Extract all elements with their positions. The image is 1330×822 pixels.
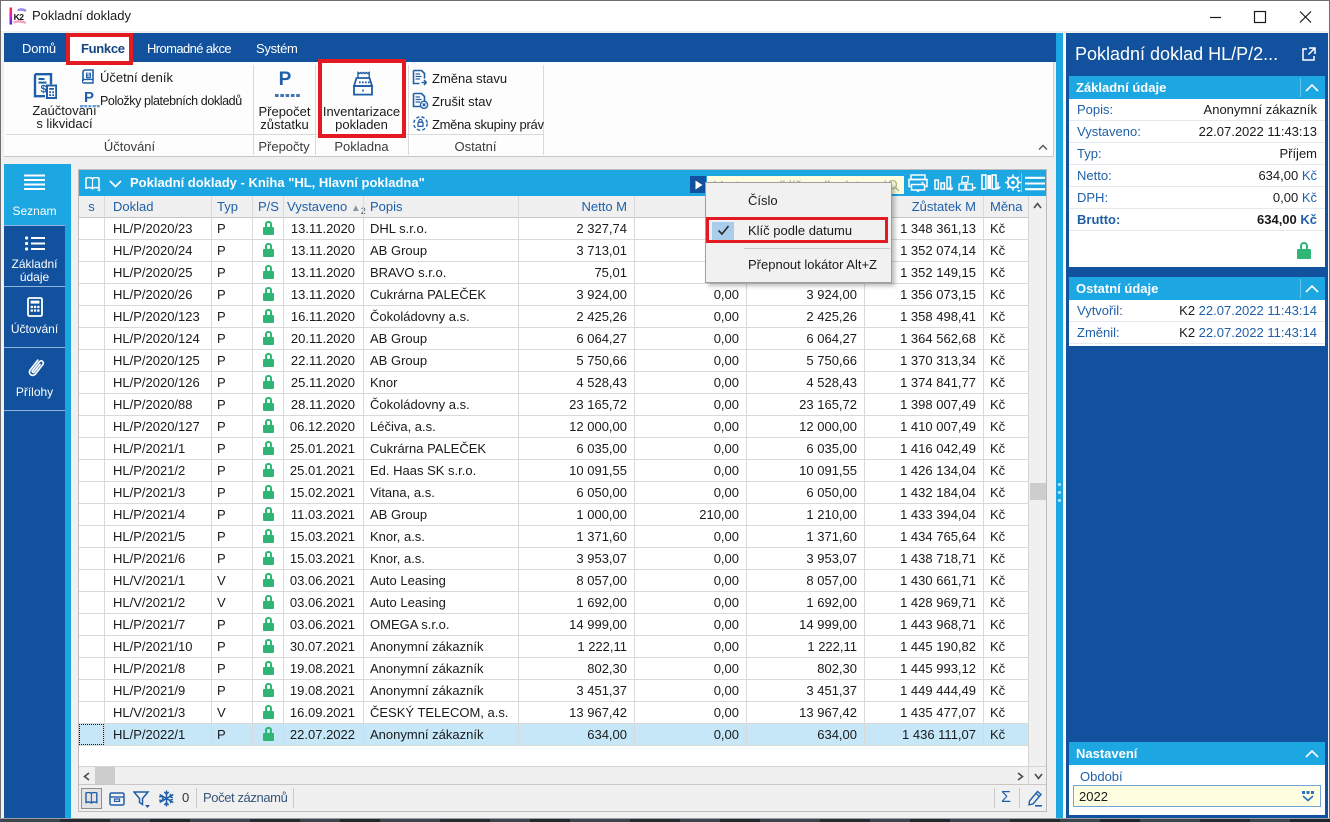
svg-text:K2: K2 [14,12,25,22]
svg-text:$: $ [41,84,47,96]
